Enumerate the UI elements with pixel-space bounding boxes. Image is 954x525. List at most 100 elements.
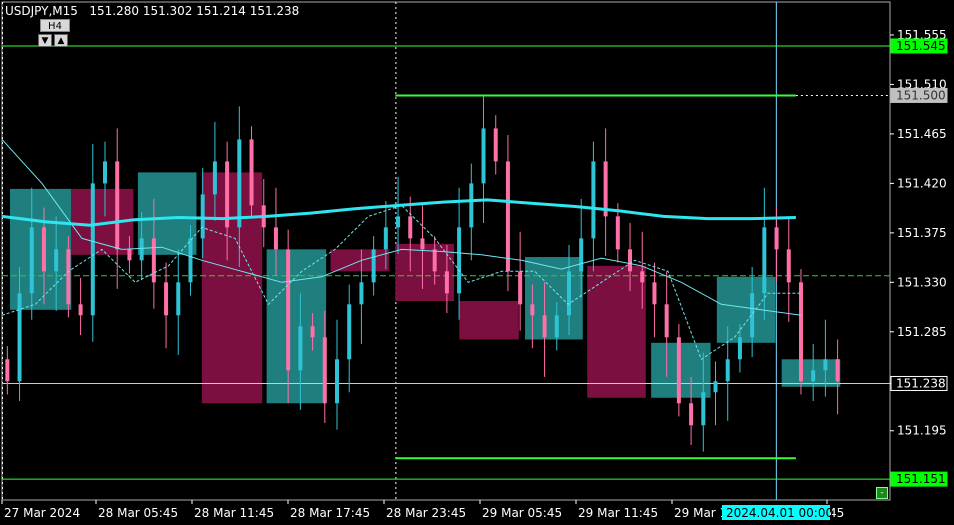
- symbol-timeframe: USDJPY,M15: [5, 4, 78, 18]
- candle-body: [676, 337, 681, 404]
- candle-body: [640, 271, 645, 283]
- arrow-controls: ▼ ▲: [38, 34, 68, 47]
- arrow-down-icon[interactable]: ▼: [38, 34, 52, 47]
- candle-body: [286, 249, 291, 371]
- y-tick-label: 151.465: [897, 127, 947, 141]
- candle-body: [579, 238, 584, 272]
- candle-body: [798, 282, 803, 382]
- candle-body: [457, 227, 462, 294]
- crosshair-time-label: 2024.04.01 00:00: [726, 506, 833, 520]
- x-tick-label: 28 Mar 17:45: [290, 506, 370, 520]
- candle-body: [54, 249, 59, 272]
- price-tag-label: 151.545: [896, 39, 946, 53]
- h4-box: [781, 359, 841, 387]
- candle-body: [774, 227, 779, 250]
- candle-body: [249, 139, 254, 206]
- x-tick-label: 29 Mar 05:45: [482, 506, 562, 520]
- y-tick-label: 151.195: [897, 424, 947, 438]
- candle-body: [164, 282, 169, 316]
- candle-body: [298, 326, 303, 371]
- y-tick-label: 151.285: [897, 325, 947, 339]
- candle-body: [383, 227, 388, 250]
- candle-body: [127, 249, 132, 261]
- candle-body: [713, 381, 718, 393]
- price-tag-label: 151.151: [896, 472, 946, 486]
- candle-body: [200, 194, 205, 239]
- candle-body: [652, 282, 657, 305]
- candle-body: [103, 161, 108, 184]
- h4-box: [525, 257, 583, 340]
- candle-body: [41, 227, 46, 272]
- candle-body: [566, 271, 571, 316]
- candle-body: [505, 161, 510, 272]
- x-tick-label: 29 Mar 1: [674, 506, 727, 520]
- candle-body: [78, 304, 83, 316]
- candle-body: [408, 216, 413, 239]
- candle-body: [628, 249, 633, 272]
- h4-box: [587, 265, 646, 398]
- candle-body: [701, 392, 706, 426]
- candle-body: [66, 249, 71, 305]
- h4-box: [137, 172, 197, 255]
- h4-box: [459, 301, 519, 340]
- candle-body: [371, 249, 376, 283]
- candle-body: [530, 304, 535, 316]
- candle-body: [273, 227, 278, 250]
- candle-body: [591, 161, 596, 239]
- candle-body: [493, 128, 498, 162]
- candle-body: [334, 359, 339, 404]
- x-tick-label: 27 Mar 2024: [4, 506, 80, 520]
- candle-body: [396, 216, 401, 228]
- candle-body: [90, 183, 95, 316]
- candle-body: [725, 359, 730, 382]
- candle-body: [823, 359, 828, 371]
- candle-body: [469, 183, 474, 228]
- candle-body: [212, 161, 217, 195]
- ohlc-values: 151.280 151.302 151.214 151.238: [89, 4, 300, 18]
- candle-body: [310, 326, 315, 338]
- candle-body: [786, 249, 791, 283]
- candle-body: [420, 238, 425, 250]
- candle-body: [762, 227, 767, 294]
- candle-body: [139, 238, 144, 261]
- h4-box: [716, 276, 776, 343]
- minimize-button[interactable]: -: [876, 487, 888, 499]
- candle-body: [322, 337, 327, 404]
- price-tag-label: 151.500: [896, 88, 946, 102]
- candle-body: [811, 370, 816, 382]
- candle-body: [188, 238, 193, 283]
- candle-body: [176, 282, 181, 316]
- candle-body: [835, 359, 840, 382]
- h4-box: [201, 172, 263, 404]
- candle-body: [17, 293, 22, 382]
- x-tick-label: 28 Mar 05:45: [98, 506, 178, 520]
- candle-body: [689, 403, 694, 426]
- arrow-up-icon[interactable]: ▲: [54, 34, 68, 47]
- candle-body: [115, 161, 120, 250]
- x-tick-label: 28 Mar 23:45: [386, 506, 466, 520]
- y-tick-label: 151.330: [897, 275, 947, 289]
- x-tick-label: 29 Mar 11:45: [578, 506, 658, 520]
- candle-body: [444, 271, 449, 294]
- x-tick-label: 28 Mar 11:45: [194, 506, 274, 520]
- candle-body: [29, 227, 34, 294]
- candle-body: [518, 271, 523, 305]
- y-tick-label: 151.375: [897, 226, 947, 240]
- candle-body: [542, 315, 547, 338]
- candle-body: [151, 238, 156, 283]
- candle-body: [237, 139, 242, 228]
- candle-body: [481, 128, 486, 184]
- candle-body: [5, 359, 10, 382]
- candle-body: [359, 282, 364, 305]
- price-chart[interactable]: 151.555151.510151.465151.420151.375151.3…: [0, 0, 954, 525]
- candle-body: [432, 249, 437, 272]
- price-tag-label: 151.238: [896, 376, 946, 390]
- candle-body: [554, 315, 559, 338]
- y-tick-label: 151.420: [897, 176, 947, 190]
- candle-body: [615, 216, 620, 250]
- candle-body: [347, 304, 352, 360]
- timeframe-badge[interactable]: H4: [40, 19, 70, 32]
- candle-body: [737, 337, 742, 360]
- h4-box: [330, 249, 390, 272]
- candle-body: [664, 304, 669, 338]
